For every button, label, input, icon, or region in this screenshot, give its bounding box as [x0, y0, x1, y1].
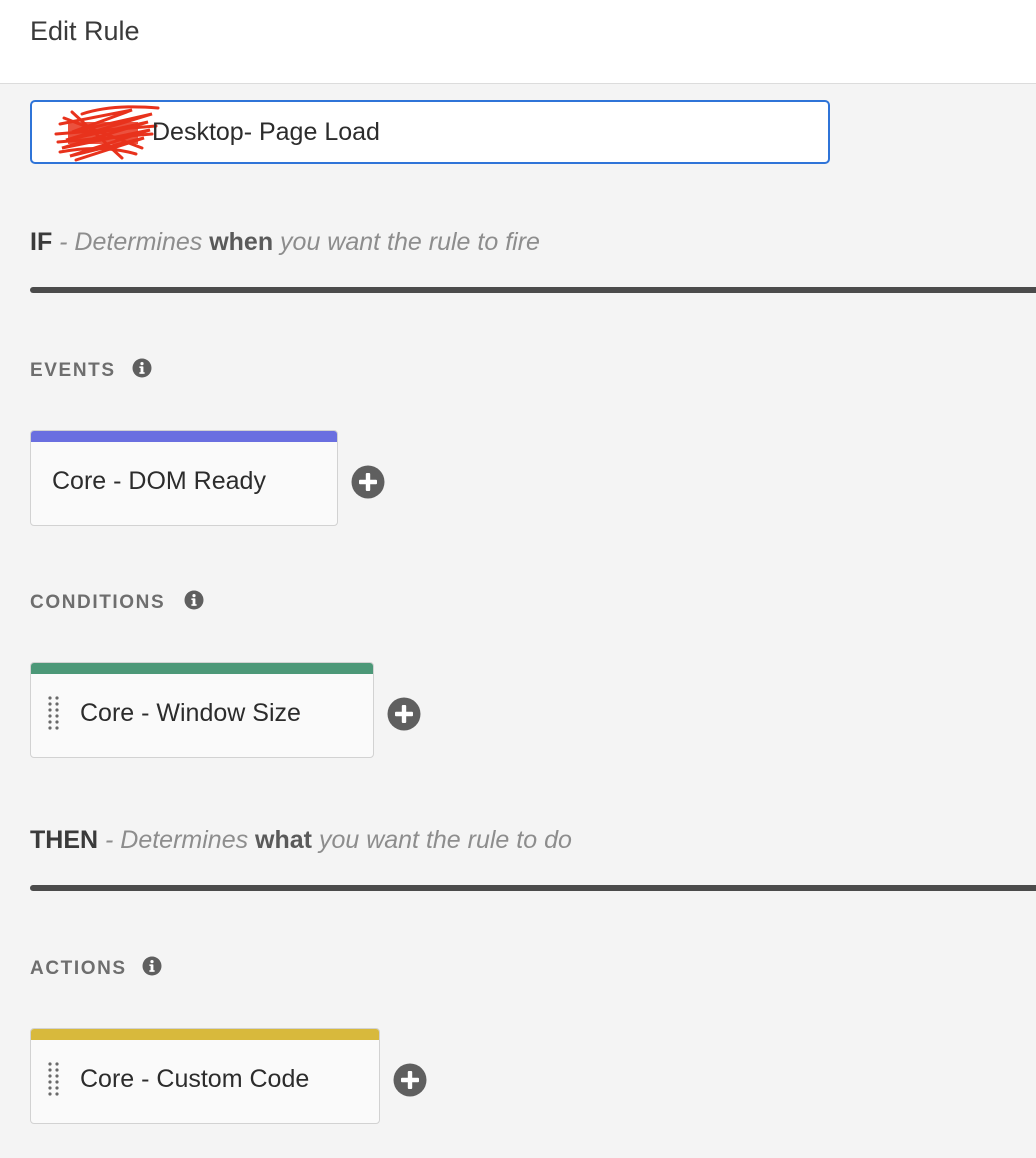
- header-bar: Edit Rule: [0, 0, 1036, 84]
- action-card[interactable]: Core - Custom Code: [30, 1028, 380, 1124]
- condition-accent-bar: [31, 663, 373, 674]
- if-keyword: IF: [30, 228, 53, 256]
- info-icon[interactable]: [132, 358, 152, 378]
- then-desc-suffix: you want the rule to do: [312, 826, 572, 854]
- if-heading: IF - Determines when you want the rule t…: [30, 228, 540, 257]
- page-title: Edit Rule: [30, 16, 140, 46]
- rule-name-field[interactable]: [30, 100, 830, 164]
- then-keyword: THEN: [30, 826, 99, 854]
- if-desc-emphasis: when: [209, 228, 274, 256]
- action-accent-bar: [31, 1029, 379, 1040]
- drag-handle-icon[interactable]: [47, 695, 61, 731]
- condition-card-label: Core - Window Size: [80, 699, 301, 727]
- events-label: EVENTS: [30, 360, 116, 381]
- rule-name-input[interactable]: [152, 102, 792, 162]
- info-icon[interactable]: [142, 956, 162, 976]
- actions-label: ACTIONS: [30, 958, 127, 979]
- add-action-button[interactable]: [393, 1063, 427, 1097]
- condition-card[interactable]: Core - Window Size: [30, 662, 374, 758]
- info-icon[interactable]: [184, 590, 204, 610]
- add-condition-button[interactable]: [387, 697, 421, 731]
- add-event-button[interactable]: [351, 465, 385, 499]
- event-accent-bar: [31, 431, 337, 442]
- if-desc-prefix: - Determines: [52, 228, 210, 256]
- then-heading: THEN - Determines what you want the rule…: [30, 826, 572, 855]
- then-divider: [30, 885, 1036, 891]
- event-card-label: Core - DOM Ready: [52, 467, 266, 495]
- redaction-scribble: [54, 105, 160, 162]
- then-desc-prefix: - Determines: [98, 826, 256, 854]
- if-divider: [30, 287, 1036, 293]
- then-desc-emphasis: what: [255, 826, 312, 854]
- event-card[interactable]: Core - DOM Ready: [30, 430, 338, 526]
- conditions-label: CONDITIONS: [30, 592, 166, 613]
- if-desc-suffix: you want the rule to fire: [273, 228, 540, 256]
- action-card-label: Core - Custom Code: [80, 1065, 310, 1093]
- drag-handle-icon[interactable]: [47, 1061, 61, 1097]
